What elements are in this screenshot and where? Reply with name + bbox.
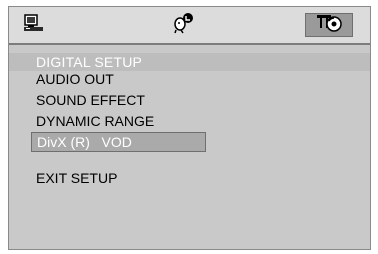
menu-item-exit-setup[interactable]: EXIT SETUP: [36, 168, 117, 188]
tab-preference-setup[interactable]: [305, 13, 353, 37]
menu-item-sound-effect[interactable]: SOUND EFFECT: [36, 90, 145, 110]
tab-speaker-setup[interactable]: [167, 12, 201, 39]
menu-item-audio-out[interactable]: AUDIO OUT: [36, 69, 114, 89]
dvd-setup-screen: DIGITAL SETUP AUDIO OUT SOUND EFFECT DYN…: [0, 0, 378, 254]
preference-disc-icon: [315, 13, 343, 38]
tab-general-setup[interactable]: [17, 13, 51, 37]
setup-tab-bar: [9, 7, 370, 45]
menu-item-dynamic-range[interactable]: DYNAMIC RANGE: [36, 111, 154, 131]
speaker-person-icon: [172, 12, 196, 39]
monitor-icon: [23, 13, 45, 37]
setup-menu-panel: DIGITAL SETUP AUDIO OUT SOUND EFFECT DYN…: [8, 6, 371, 250]
menu-item-divx-vod[interactable]: DivX (R) VOD: [31, 132, 206, 152]
